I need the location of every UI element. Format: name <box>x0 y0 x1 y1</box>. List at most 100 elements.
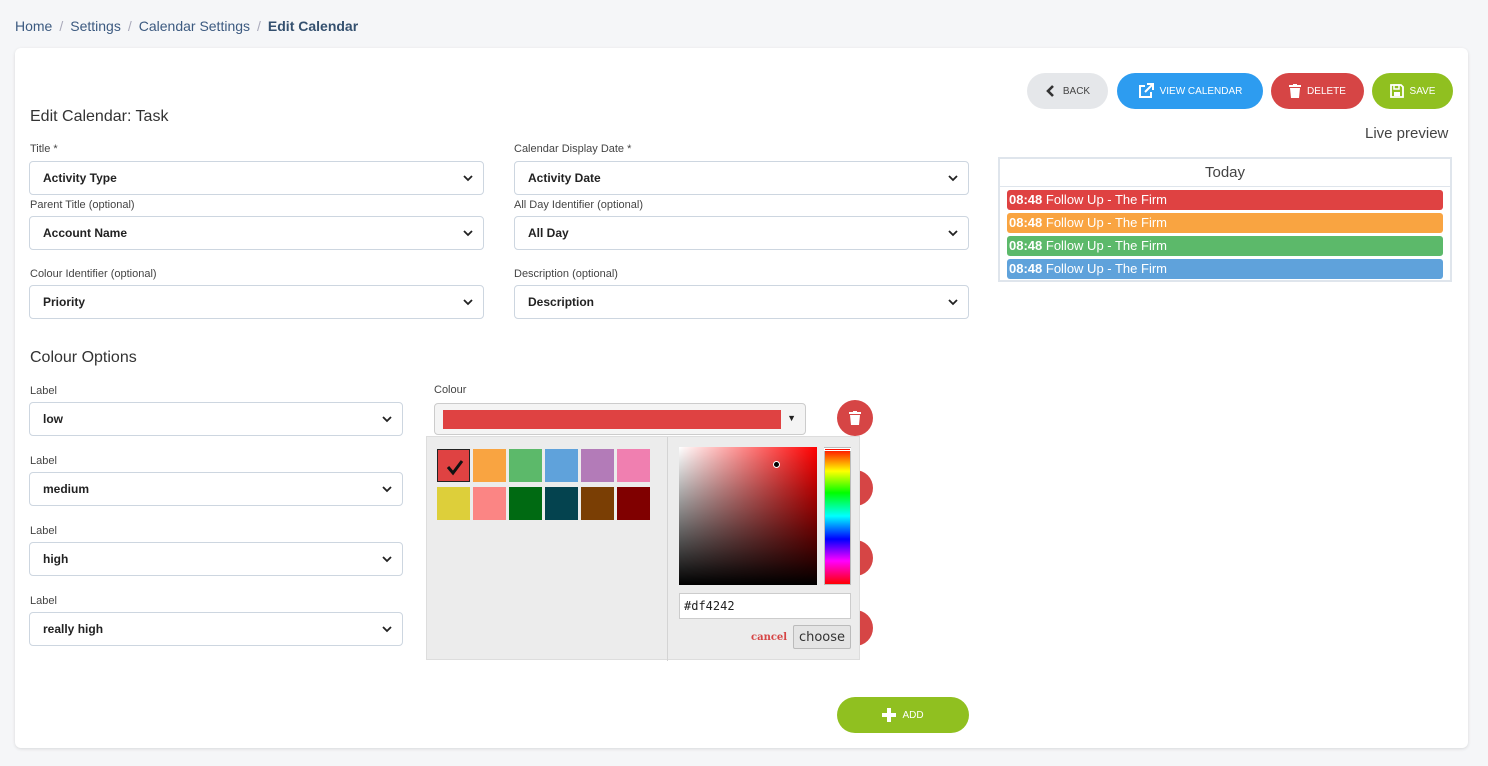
picker-divider <box>667 437 668 661</box>
saturation-value-area[interactable] <box>679 447 817 585</box>
colour-swatch[interactable] <box>473 487 506 520</box>
preview-event-time: 08:48 <box>1009 261 1043 276</box>
breadcrumb-calendar-settings[interactable]: Calendar Settings <box>139 18 250 34</box>
delete-button-label: Delete <box>1307 85 1346 97</box>
checkmark-icon <box>446 460 464 476</box>
colour-option-value: high <box>43 552 69 566</box>
colour-picker-select[interactable]: ▼ <box>434 403 806 435</box>
breadcrumb: Home / Settings / Calendar Settings / Ed… <box>15 18 358 34</box>
page-title: Edit Calendar: Task <box>30 108 169 125</box>
delete-colour-option-button[interactable] <box>837 400 873 436</box>
cancel-link[interactable]: cancel <box>751 632 787 643</box>
chevron-down-icon <box>382 416 392 423</box>
live-preview-label: Live preview <box>1365 125 1449 142</box>
colour-swatch[interactable] <box>581 449 614 482</box>
preview-event[interactable]: 08:48 Follow Up - The Firm <box>1007 259 1443 279</box>
breadcrumb-separator: / <box>127 18 132 34</box>
colour-option-value: low <box>43 412 63 426</box>
display-date-value: Activity Date <box>528 171 601 185</box>
colour-swatch[interactable] <box>617 487 650 520</box>
external-link-icon <box>1138 83 1154 98</box>
preview-event-title: Follow Up - The Firm <box>1045 192 1167 207</box>
colour-swatch[interactable] <box>581 487 614 520</box>
colour-swatch[interactable] <box>437 449 470 482</box>
colour-swatch[interactable] <box>545 487 578 520</box>
chevron-down-icon <box>463 175 473 182</box>
parent-title-select[interactable]: Account Name <box>29 216 484 250</box>
breadcrumb-home[interactable]: Home <box>15 18 52 34</box>
trash-icon <box>849 411 861 425</box>
display-date-label: Calendar Display Date * <box>514 143 632 155</box>
preview-event[interactable]: 08:48 Follow Up - The Firm <box>1007 190 1443 210</box>
save-button-label: Save <box>1409 85 1436 97</box>
parent-title-label: Parent Title (optional) <box>30 199 135 211</box>
colour-swatch[interactable] <box>509 487 542 520</box>
preview-event-time: 08:48 <box>1009 215 1043 230</box>
chevron-left-icon <box>1046 85 1054 97</box>
view-calendar-label: View Calendar <box>1159 85 1243 97</box>
chevron-down-icon <box>948 299 958 306</box>
breadcrumb-settings[interactable]: Settings <box>70 18 121 34</box>
all-day-select[interactable]: All Day <box>514 216 969 250</box>
colour-option-label: Label <box>30 525 57 537</box>
back-button-label: Back <box>1062 85 1091 97</box>
hex-input[interactable] <box>679 593 851 619</box>
title-select[interactable]: Activity Type <box>29 161 484 195</box>
colour-picker-popup: cancel choose <box>426 436 860 661</box>
trash-icon <box>1289 84 1302 98</box>
preview-day-header: Today <box>1000 159 1450 187</box>
display-date-select[interactable]: Activity Date <box>514 161 969 195</box>
preview-event[interactable]: 08:48 Follow Up - The Firm <box>1007 236 1443 256</box>
all-day-value: All Day <box>528 226 569 240</box>
live-preview-panel: Today 08:48 Follow Up - The Firm 08:48 Fo… <box>998 157 1452 282</box>
colour-swatch[interactable] <box>437 487 470 520</box>
colour-identifier-select[interactable]: Priority <box>29 285 484 319</box>
preview-event-title: Follow Up - The Firm <box>1045 238 1167 253</box>
colour-option-label: Label <box>30 385 57 397</box>
preview-event-time: 08:48 <box>1009 192 1043 207</box>
colour-option-select-high[interactable]: high <box>29 542 403 576</box>
preview-event[interactable]: 08:48 Follow Up - The Firm <box>1007 213 1443 233</box>
parent-title-value: Account Name <box>43 226 128 240</box>
preview-event-time: 08:48 <box>1009 238 1043 253</box>
chevron-down-icon <box>382 556 392 563</box>
colour-options-title: Colour Options <box>30 349 137 366</box>
description-select[interactable]: Description <box>514 285 969 319</box>
back-button[interactable]: Back <box>1027 73 1108 109</box>
title-select-value: Activity Type <box>43 171 117 185</box>
colour-option-label: Label <box>30 595 57 607</box>
hue-slider[interactable] <box>824 447 851 585</box>
chevron-down-icon <box>382 486 392 493</box>
colour-swatch[interactable] <box>473 449 506 482</box>
save-button[interactable]: Save <box>1372 73 1453 109</box>
choose-button[interactable]: choose <box>793 625 851 649</box>
colour-swatch[interactable] <box>509 449 542 482</box>
colour-option-select-really-high[interactable]: really high <box>29 612 403 646</box>
colour-identifier-label: Colour Identifier (optional) <box>30 268 157 280</box>
colour-option-value: really high <box>43 622 104 636</box>
triangle-down-icon: ▼ <box>787 413 796 423</box>
colour-identifier-value: Priority <box>43 295 86 309</box>
floppy-disk-icon <box>1389 84 1404 98</box>
breadcrumb-separator: / <box>59 18 64 34</box>
chevron-down-icon <box>948 175 958 182</box>
add-colour-option-button[interactable]: Add <box>837 697 969 733</box>
colour-option-select-medium[interactable]: medium <box>29 472 403 506</box>
chevron-down-icon <box>463 299 473 306</box>
selected-colour-swatch <box>443 410 781 429</box>
colour-option-label: Label <box>30 455 57 467</box>
colour-cursor[interactable] <box>773 461 780 468</box>
chevron-down-icon <box>463 230 473 237</box>
chevron-down-icon <box>948 230 958 237</box>
description-label: Description (optional) <box>514 268 618 280</box>
add-button-label: Add <box>902 709 924 721</box>
view-calendar-button[interactable]: View Calendar <box>1117 73 1263 109</box>
colour-swatch[interactable] <box>545 449 578 482</box>
preview-event-title: Follow Up - The Firm <box>1045 261 1167 276</box>
colour-option-select-low[interactable]: low <box>29 402 403 436</box>
description-value: Description <box>528 295 595 309</box>
colour-swatch[interactable] <box>617 449 650 482</box>
hue-slider-handle[interactable] <box>824 448 851 451</box>
all-day-label: All Day Identifier (optional) <box>514 199 644 211</box>
delete-button[interactable]: Delete <box>1271 73 1364 109</box>
